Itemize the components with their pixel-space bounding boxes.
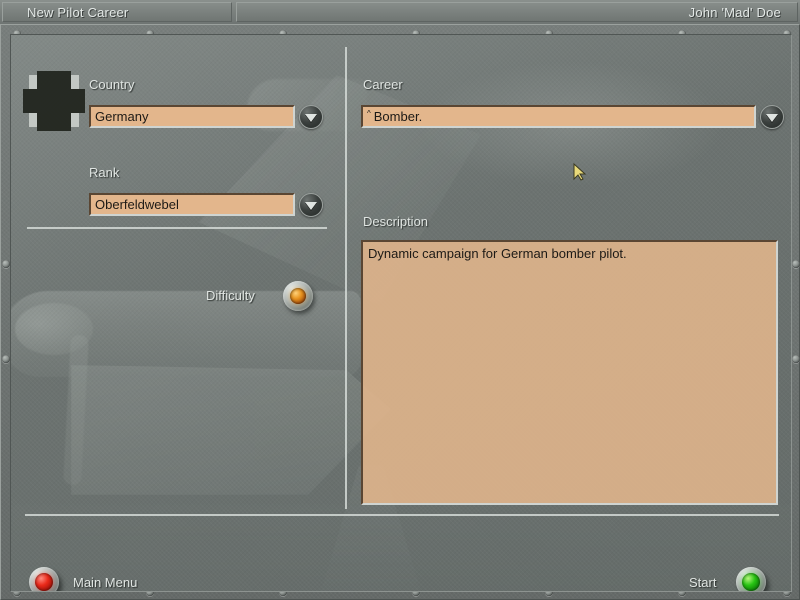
career-label: Career bbox=[363, 77, 403, 92]
aircraft-spinner-shape bbox=[15, 303, 93, 355]
main-menu-button[interactable] bbox=[29, 567, 59, 591]
rank-label: Rank bbox=[89, 165, 120, 180]
career-value: Bomber. bbox=[373, 109, 423, 124]
pilot-name: John 'Mad' Doe bbox=[688, 4, 781, 20]
rank-field[interactable]: Oberfeldwebel bbox=[89, 193, 295, 216]
country-label: Country bbox=[89, 77, 135, 92]
country-value: Germany bbox=[95, 109, 149, 124]
country-dropdown-button[interactable] bbox=[299, 105, 323, 129]
balkenkreuz-icon bbox=[23, 71, 85, 131]
difficulty-knob[interactable] bbox=[283, 281, 313, 311]
red-led-icon bbox=[35, 573, 53, 591]
start-label[interactable]: Start bbox=[689, 575, 716, 590]
frame-rivet bbox=[2, 355, 10, 363]
rank-dropdown-button[interactable] bbox=[299, 193, 323, 217]
left-section-divider bbox=[27, 227, 327, 229]
frame-rivet bbox=[792, 260, 800, 268]
pilot-name-plate: John 'Mad' Doe bbox=[236, 2, 798, 22]
aircraft-propeller-shape bbox=[63, 334, 89, 486]
difficulty-label: Difficulty bbox=[206, 288, 255, 303]
content-panel: Country Germany Rank Oberfeldwebel Diffi… bbox=[10, 34, 792, 592]
frame-rivet bbox=[2, 260, 10, 268]
metal-frame: Country Germany Rank Oberfeldwebel Diffi… bbox=[0, 24, 800, 600]
country-field[interactable]: Germany bbox=[89, 105, 295, 128]
rotary-knob-icon bbox=[290, 288, 306, 304]
green-led-icon bbox=[742, 573, 760, 591]
chevron-down-icon bbox=[305, 113, 317, 122]
chevron-down-icon bbox=[766, 113, 778, 122]
vertical-divider bbox=[345, 47, 347, 509]
screen-title: New Pilot Career bbox=[27, 4, 129, 20]
frame-rivet bbox=[792, 355, 800, 363]
description-label: Description bbox=[363, 214, 429, 229]
new-pilot-career-screen: New Pilot Career John 'Mad' Doe Country … bbox=[0, 0, 800, 600]
main-menu-label[interactable]: Main Menu bbox=[73, 575, 137, 590]
career-marker: ^ bbox=[367, 108, 371, 118]
career-field[interactable]: ^ Bomber. bbox=[361, 105, 756, 128]
description-text: Dynamic campaign for German bomber pilot… bbox=[368, 246, 627, 261]
start-button[interactable] bbox=[736, 567, 766, 591]
chevron-down-icon bbox=[305, 201, 317, 210]
rank-value: Oberfeldwebel bbox=[95, 197, 179, 212]
title-bar: New Pilot Career John 'Mad' Doe bbox=[0, 0, 800, 24]
screen-title-plate: New Pilot Career bbox=[2, 2, 232, 22]
aircraft-wing-shape bbox=[71, 365, 391, 495]
career-dropdown-button[interactable] bbox=[760, 105, 784, 129]
description-panel[interactable]: Dynamic campaign for German bomber pilot… bbox=[361, 240, 778, 505]
footer-divider bbox=[25, 514, 779, 516]
